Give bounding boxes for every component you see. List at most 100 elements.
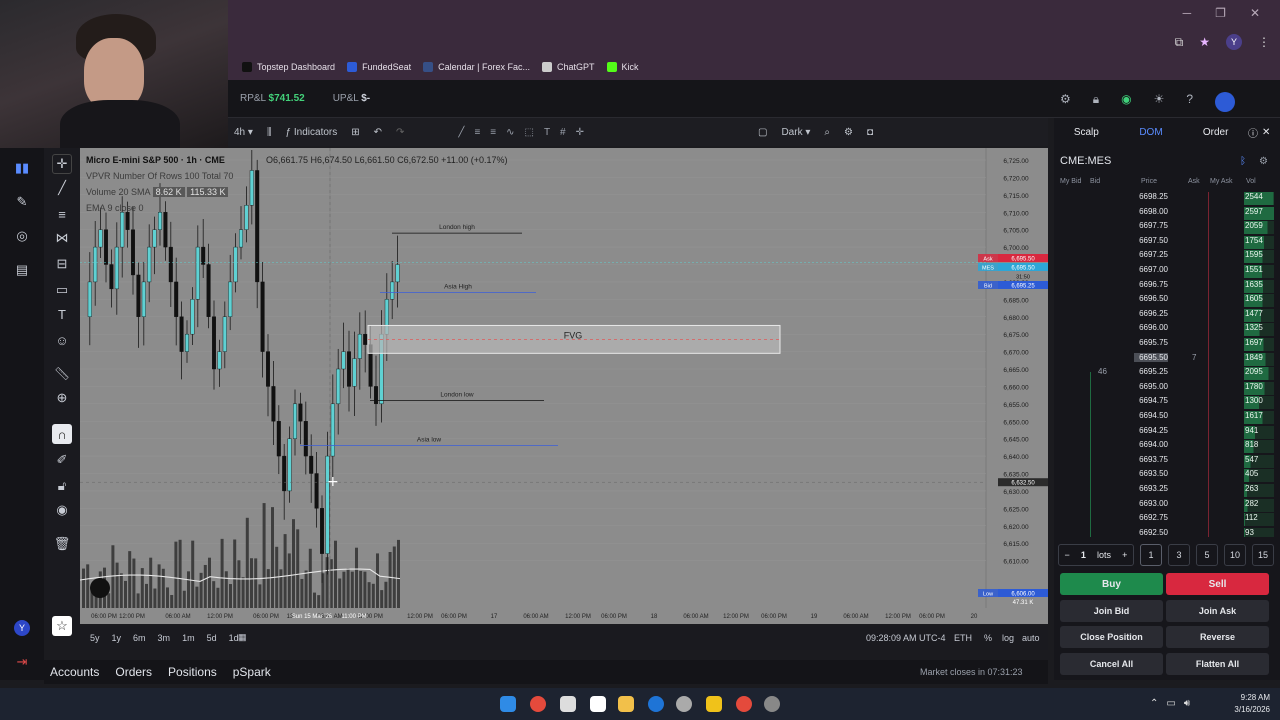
candle[interactable] — [260, 281, 265, 352]
close-position-button[interactable]: Close Position — [1060, 626, 1163, 648]
restore-icon[interactable]: ❐ — [1215, 6, 1226, 24]
tab-order[interactable]: Order — [1183, 127, 1248, 138]
lot-preset-5[interactable]: 5 — [1196, 544, 1218, 566]
candle[interactable] — [114, 246, 119, 290]
candle[interactable] — [255, 170, 260, 283]
candle[interactable] — [347, 351, 352, 387]
range-5y[interactable]: 5y — [90, 633, 100, 643]
journal-icon[interactable]: ▤ — [12, 260, 32, 280]
search-icon[interactable]: ⌕ — [824, 127, 830, 138]
edge-icon[interactable] — [648, 696, 664, 712]
dom-ladder[interactable]: 6698.25 2544 6698.00 2597 6697.75 2059 6697.50… — [1058, 192, 1274, 537]
lot-preset-3[interactable]: 3 — [1168, 544, 1190, 566]
log-toggle[interactable]: log — [1002, 633, 1014, 643]
candle[interactable] — [222, 316, 227, 352]
interval-select[interactable]: 4h ▾ — [234, 127, 253, 138]
text-icon[interactable]: T — [52, 304, 72, 324]
bluetooth-icon[interactable]: ᛒ — [1240, 156, 1246, 167]
join-ask-button[interactable]: Join Ask — [1166, 600, 1269, 622]
candle[interactable] — [228, 281, 233, 317]
sell-button[interactable]: Sell — [1166, 573, 1269, 595]
candle[interactable] — [217, 351, 222, 370]
candle[interactable] — [163, 212, 168, 248]
file-explorer-icon[interactable] — [618, 696, 634, 712]
chrome-icon[interactable] — [530, 696, 546, 712]
candle[interactable] — [244, 205, 249, 230]
dom-row[interactable]: 6697.25 1595 — [1058, 250, 1274, 265]
install-app-icon[interactable]: ⧉ — [1175, 35, 1184, 50]
logout-icon[interactable]: ⇥ — [12, 652, 32, 672]
indicators-button[interactable]: ƒ Indicators — [286, 127, 338, 138]
target-icon[interactable]: ◎ — [12, 226, 32, 246]
candle[interactable] — [314, 473, 319, 509]
dom-row[interactable]: 6695.50 7 1849 — [1058, 352, 1274, 368]
cancel-all-button[interactable]: Cancel All — [1060, 653, 1163, 675]
range-1y[interactable]: 1y — [112, 633, 122, 643]
bookmark-2[interactable]: Calendar | Forex Fac... — [423, 62, 530, 72]
redo-icon[interactable]: ↷ — [396, 127, 404, 138]
range-1m[interactable]: 1m — [182, 633, 195, 643]
candle[interactable] — [249, 170, 254, 206]
range-3m[interactable]: 3m — [158, 633, 171, 643]
candle[interactable] — [303, 421, 308, 457]
volume-legend[interactable]: Volume 20 SMA 8.62 K 115.33 K — [86, 184, 233, 200]
lock-drawings-icon[interactable]: 🔓︎ — [52, 476, 72, 496]
close-panel-icon[interactable]: ✕ — [1262, 127, 1280, 138]
bookmark-0[interactable]: Topstep Dashboard — [242, 62, 335, 72]
vpvr-label[interactable]: VPVR Number Of Rows 100 Total 70 — [86, 168, 233, 184]
candle[interactable] — [282, 455, 287, 492]
undo-icon[interactable]: ↶ — [374, 127, 382, 138]
fullscreen-icon[interactable]: ▢ — [758, 127, 767, 138]
chrome-active-icon[interactable] — [736, 696, 752, 712]
obs-icon[interactable] — [676, 696, 692, 712]
tab-dom[interactable]: DOM — [1119, 127, 1184, 138]
candle[interactable] — [287, 438, 292, 492]
candle[interactable] — [93, 246, 98, 283]
system-clock[interactable]: 9:28 AM 3/16/2026 — [1224, 692, 1270, 716]
trend-line-icon[interactable]: ╱ — [52, 178, 72, 198]
candle[interactable] — [179, 316, 184, 352]
candle[interactable] — [276, 421, 281, 457]
lock-icon[interactable]: 🔒︎ — [1093, 92, 1099, 112]
session-toggle[interactable]: ETH — [954, 633, 972, 643]
candle[interactable] — [184, 333, 189, 352]
candle[interactable] — [201, 246, 206, 265]
candle[interactable] — [206, 264, 211, 317]
help-icon[interactable]: ? — [1186, 92, 1193, 112]
rectangle-icon[interactable]: ▭ — [52, 280, 72, 300]
profile-avatar[interactable]: Y — [1226, 34, 1242, 50]
flatten-all-button[interactable]: Flatten All — [1166, 653, 1269, 675]
dom-row[interactable]: 6695.75 1697 — [1058, 338, 1274, 353]
chart-app-icon[interactable]: ▮▮ — [12, 158, 32, 178]
theme-select[interactable]: Dark ▾ — [781, 127, 810, 138]
symbol-title[interactable]: Micro E-mini S&P 500 · 1h · CME — [86, 152, 233, 168]
candle[interactable] — [152, 229, 157, 248]
plus-icon[interactable]: + — [1122, 550, 1127, 560]
dom-row[interactable]: 6696.75 1635 — [1058, 279, 1274, 295]
candle[interactable] — [330, 403, 335, 457]
tab-pspark[interactable]: pSpark — [233, 665, 271, 679]
capcut-icon[interactable] — [590, 696, 606, 712]
candle[interactable] — [374, 386, 379, 405]
lot-stepper[interactable]: − 1 lots + — [1058, 544, 1134, 566]
zoom-icon[interactable]: ⊕ — [52, 388, 72, 408]
dom-ask[interactable]: 7 — [1192, 353, 1196, 362]
projection-icon[interactable]: ⊟ — [52, 254, 72, 274]
lot-preset-1[interactable]: 1 — [1140, 544, 1162, 566]
candle[interactable] — [211, 316, 216, 370]
range-5d[interactable]: 5d — [207, 633, 217, 643]
candle[interactable] — [109, 264, 114, 290]
range-6m[interactable]: 6m — [133, 633, 146, 643]
app-logo-icon[interactable] — [1215, 92, 1236, 112]
candle[interactable] — [325, 455, 330, 554]
info-icon[interactable]: ⓘ — [1248, 125, 1262, 140]
gear-icon[interactable]: ⚙ — [844, 127, 853, 138]
dom-settings-icon[interactable]: ⚙ — [1259, 156, 1268, 167]
trash-icon[interactable]: 🗑︎ — [52, 534, 72, 554]
bookmark-4[interactable]: Kick — [606, 62, 639, 72]
price-chart[interactable]: 6,725.00 6,720.00 6,715.00 6,710.00 6,705.00… — [80, 148, 1048, 608]
dom-row[interactable]: 6698.25 2544 — [1058, 192, 1274, 207]
candle[interactable] — [352, 358, 357, 387]
candle[interactable] — [341, 351, 346, 370]
sun-icon[interactable]: ☀ — [1154, 92, 1165, 112]
